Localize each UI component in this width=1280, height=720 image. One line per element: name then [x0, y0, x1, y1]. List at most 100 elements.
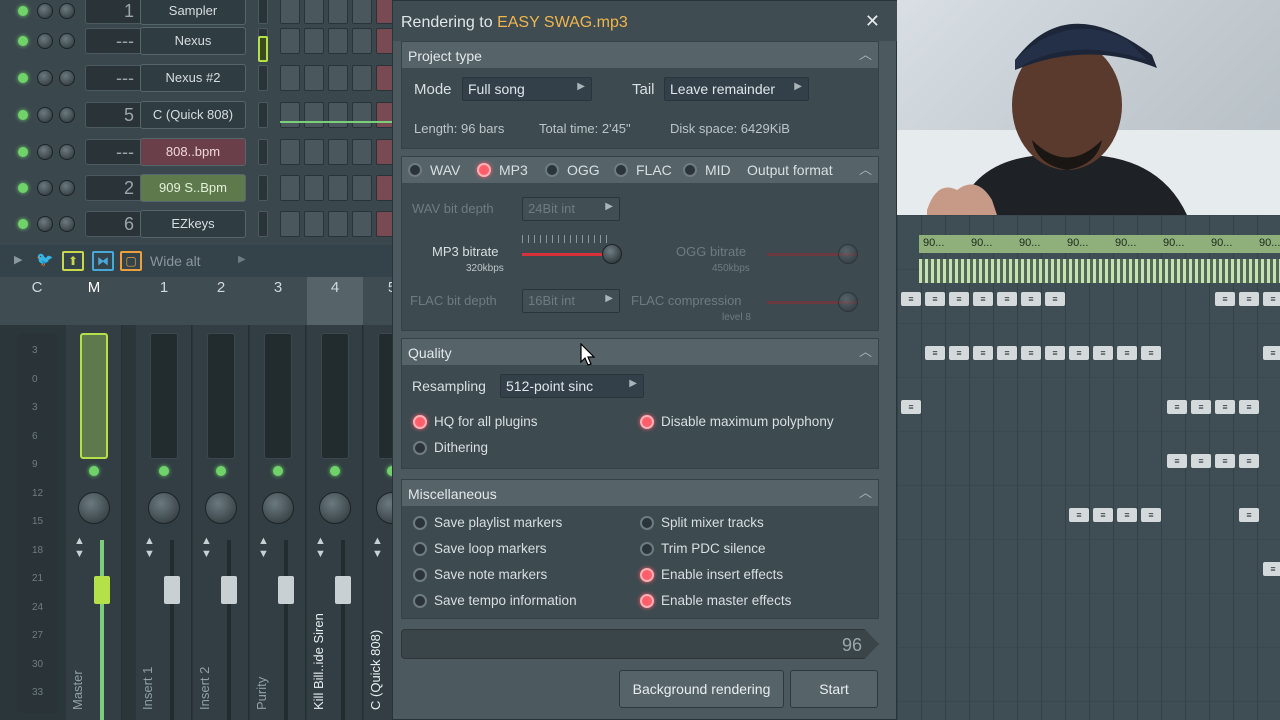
mixer-strip-name[interactable]: Insert 2 — [197, 600, 217, 710]
misc-left-radio[interactable] — [413, 516, 427, 530]
quality-header[interactable]: Quality ︿ — [402, 339, 878, 365]
pattern-clip[interactable]: ≡ — [1191, 400, 1211, 414]
channel-select[interactable] — [258, 102, 268, 128]
pan-knob[interactable] — [37, 3, 53, 19]
pattern-clip[interactable]: ≡ — [1215, 454, 1235, 468]
pattern-clip[interactable]: ≡ — [997, 292, 1017, 306]
step-pad[interactable] — [352, 211, 372, 237]
step-pad[interactable] — [304, 0, 324, 24]
volume-knob[interactable] — [59, 33, 75, 49]
step-pads[interactable] — [280, 211, 400, 237]
pattern-clip[interactable]: ≡ — [1117, 508, 1137, 522]
channel-name-button[interactable]: 909 S..Bpm — [140, 174, 246, 202]
bird-icon[interactable]: 🐦 — [36, 251, 53, 268]
format-radio-flac[interactable] — [614, 163, 628, 177]
hq-radio[interactable] — [413, 415, 427, 429]
channel-mixer-number[interactable]: 6 — [85, 211, 143, 237]
step-pad[interactable] — [280, 211, 300, 237]
step-pads[interactable] — [280, 102, 400, 128]
pattern-clip[interactable]: ≡ — [1093, 508, 1113, 522]
pattern-clip[interactable]: ≡ — [1239, 508, 1259, 522]
volume-knob[interactable] — [59, 144, 75, 160]
step-pad[interactable] — [328, 139, 348, 165]
step-pads[interactable] — [280, 0, 400, 24]
channel-row[interactable]: 2 909 S..Bpm — [0, 171, 400, 207]
step-pad[interactable] — [328, 0, 348, 24]
step-pad[interactable] — [304, 139, 324, 165]
channel-led[interactable] — [18, 36, 28, 46]
channel-select[interactable] — [258, 65, 268, 91]
pattern-clip[interactable]: ≡ — [1045, 346, 1065, 360]
channel-row[interactable]: --- Nexus — [0, 24, 400, 60]
step-pad[interactable] — [352, 28, 372, 54]
fader-track[interactable] — [170, 540, 174, 720]
channel-mixer-number[interactable]: --- — [85, 65, 143, 91]
mixer-strip-name[interactable]: C (Quick 808) — [368, 600, 388, 710]
misc-left-label[interactable]: Save note markers — [434, 567, 547, 582]
mixer-track-header[interactable]: C — [9, 277, 65, 325]
chevron-up-icon[interactable]: ︿ — [859, 482, 872, 501]
flac-bit-depth-dropdown[interactable]: 16Bit int ▶ — [522, 289, 620, 313]
resampling-dropdown[interactable]: 512-point sinc ▶ — [500, 374, 644, 398]
channel-led[interactable] — [18, 6, 28, 16]
pattern-clip[interactable]: ≡ — [1093, 346, 1113, 360]
step-pad[interactable] — [304, 102, 324, 128]
channel-row[interactable]: 5 C (Quick 808) — [0, 98, 400, 134]
mixer-track-header[interactable]: 4 — [307, 277, 363, 325]
misc-left-radio[interactable] — [413, 568, 427, 582]
pan-knob[interactable] — [78, 492, 110, 524]
mixer-track-header[interactable]: 3 — [250, 277, 306, 325]
step-pad[interactable] — [328, 211, 348, 237]
channel-select[interactable] — [258, 0, 268, 24]
tempo-clip-label[interactable]: 90... — [1211, 237, 1232, 249]
channel-name-button[interactable]: Nexus #2 — [140, 64, 246, 92]
pattern-clip[interactable]: ≡ — [973, 346, 993, 360]
polyphony-label[interactable]: Disable maximum polyphony — [661, 414, 834, 429]
volume-fader[interactable] — [335, 576, 351, 604]
pattern-clip[interactable]: ≡ — [949, 292, 969, 306]
format-radio-mid[interactable] — [683, 163, 697, 177]
step-pad[interactable] — [280, 28, 300, 54]
channel-row[interactable]: --- Nexus #2 — [0, 61, 400, 97]
misc-left-label[interactable]: Save loop markers — [434, 541, 547, 556]
pattern-clip[interactable]: ≡ — [901, 292, 921, 306]
start-button[interactable]: Start — [790, 670, 878, 708]
step-pad[interactable] — [352, 0, 372, 24]
fader-track[interactable] — [284, 540, 288, 720]
mode-dropdown[interactable]: Full song ▶ — [462, 77, 592, 101]
volume-knob[interactable] — [59, 107, 75, 123]
misc-left-label[interactable]: Save tempo information — [434, 593, 577, 608]
pattern-clip[interactable]: ≡ — [1263, 292, 1280, 306]
fader-track[interactable] — [100, 540, 104, 720]
mixer-strip-name[interactable]: Purity — [254, 600, 274, 710]
volume-fader[interactable] — [164, 576, 180, 604]
volume-knob[interactable] — [59, 180, 75, 196]
background-rendering-button[interactable]: Background rendering — [619, 670, 784, 708]
tempo-clip-label[interactable]: 90... — [1115, 237, 1136, 249]
channel-select[interactable] — [258, 175, 268, 201]
step-pad[interactable] — [304, 65, 324, 91]
pattern-clip[interactable]: ≡ — [1167, 454, 1187, 468]
step-pads[interactable] — [280, 175, 400, 201]
pattern-clip[interactable]: ≡ — [1141, 508, 1161, 522]
misc-right-radio[interactable] — [640, 568, 654, 582]
step-pads[interactable] — [280, 28, 400, 54]
chevron-up-icon[interactable]: ︿ — [859, 341, 872, 360]
channel-led[interactable] — [18, 183, 28, 193]
tempo-clip-label[interactable]: 90... — [1259, 237, 1280, 249]
pan-knob[interactable] — [205, 492, 237, 524]
channel-name-button[interactable]: 808..bpm — [140, 138, 246, 166]
tempo-clip-label[interactable]: 90... — [1163, 237, 1184, 249]
step-pad[interactable] — [280, 139, 300, 165]
format-label[interactable]: MP3 — [499, 162, 528, 178]
step-pad[interactable] — [280, 65, 300, 91]
format-label[interactable]: OGG — [567, 162, 600, 178]
pattern-clip[interactable]: ≡ — [925, 346, 945, 360]
pattern-clip[interactable]: ≡ — [973, 292, 993, 306]
misc-header[interactable]: Miscellaneous ︿ — [402, 480, 878, 506]
fader-track[interactable] — [227, 540, 231, 720]
channel-name-button[interactable]: C (Quick 808) — [140, 101, 246, 129]
pattern-clip[interactable]: ≡ — [1215, 400, 1235, 414]
tempo-clip-label[interactable]: 90... — [923, 237, 944, 249]
dithering-radio[interactable] — [413, 441, 427, 455]
